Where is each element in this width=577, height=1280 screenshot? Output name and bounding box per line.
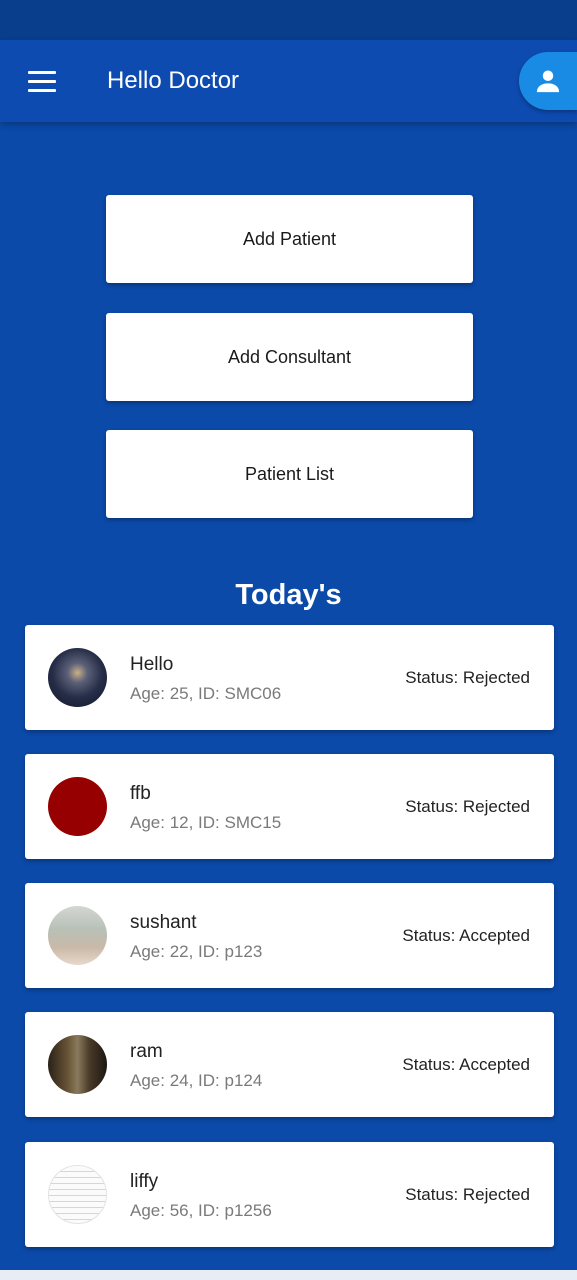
patient-avatar (48, 648, 107, 707)
patient-avatar (48, 777, 107, 836)
patient-name: liffy (130, 1171, 159, 1192)
patient-name: ffb (130, 783, 151, 804)
patient-details: Age: 25, ID: SMC06 (130, 684, 282, 703)
patient-status: Status: Accepted (402, 1055, 530, 1074)
app-bar: Hello Doctor (0, 40, 577, 122)
patient-details: Age: 24, ID: p124 (130, 1071, 263, 1090)
next-card-edge (0, 1270, 577, 1280)
patient-card[interactable]: sushant Age: 22, ID: p123 Status: Accept… (25, 883, 554, 988)
patient-details: Age: 56, ID: p1256 (130, 1201, 272, 1220)
profile-button[interactable] (519, 52, 577, 110)
patient-card[interactable]: ram Age: 24, ID: p124 Status: Accepted (25, 1012, 554, 1117)
person-icon (536, 70, 560, 93)
patient-list-button[interactable]: Patient List (106, 430, 473, 518)
patient-name: Hello (130, 654, 174, 675)
add-consultant-button[interactable]: Add Consultant (106, 313, 473, 401)
patient-status: Status: Accepted (402, 926, 530, 945)
patient-avatar (48, 1165, 107, 1224)
section-title: Today's (235, 579, 342, 611)
menu-icon[interactable] (22, 62, 62, 100)
patient-status: Status: Rejected (405, 1185, 530, 1204)
patient-card[interactable]: liffy Age: 56, ID: p1256 Status: Rejecte… (25, 1142, 554, 1247)
patient-card[interactable]: ffb Age: 12, ID: SMC15 Status: Rejected (25, 754, 554, 859)
patient-status: Status: Rejected (405, 797, 530, 816)
page-title: Hello Doctor (107, 67, 240, 94)
status-bar (0, 0, 577, 40)
patient-card[interactable]: Hello Age: 25, ID: SMC06 Status: Rejecte… (25, 625, 554, 730)
add-patient-button[interactable]: Add Patient (106, 195, 473, 283)
patient-avatar (48, 906, 107, 965)
patient-avatar (48, 1035, 107, 1094)
patient-details: Age: 12, ID: SMC15 (130, 813, 282, 832)
patient-details: Age: 22, ID: p123 (130, 942, 263, 961)
patient-name: sushant (130, 912, 197, 933)
patient-name: ram (130, 1041, 163, 1062)
patient-status: Status: Rejected (405, 668, 530, 687)
